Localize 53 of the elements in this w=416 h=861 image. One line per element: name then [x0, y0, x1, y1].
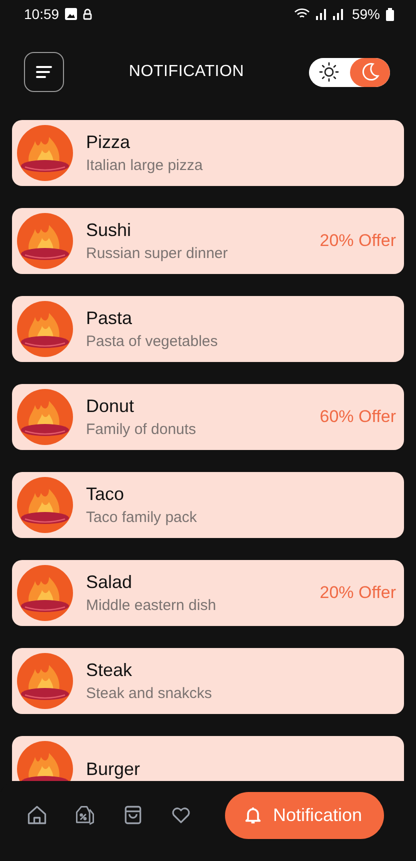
home-tab[interactable]	[26, 804, 48, 826]
notification-card[interactable]: Pasta Pasta of vegetables	[12, 296, 404, 362]
menu-icon	[35, 65, 53, 79]
sun-icon	[319, 62, 340, 82]
shopping-bag-icon	[122, 804, 144, 826]
item-description: Steak and snakcks	[86, 685, 213, 702]
item-name: Steak	[86, 660, 134, 681]
notification-card[interactable]: Burger	[12, 736, 404, 781]
item-name: Pizza	[86, 132, 132, 153]
offer-label: 20% Offer	[320, 231, 396, 251]
item-description: Russian super dinner	[86, 245, 229, 262]
item-name: Pasta	[86, 308, 134, 329]
item-description: Pasta of vegetables	[86, 333, 219, 350]
discount-tag-icon	[74, 804, 96, 826]
item-description: Family of donuts	[86, 421, 198, 438]
moon-icon	[360, 62, 380, 82]
item-description: Italian large pizza	[86, 157, 204, 174]
item-description: Middle eastern dish	[86, 597, 218, 614]
notification-card[interactable]: Taco Taco family pack	[12, 472, 404, 538]
notification-card[interactable]: Pizza Italian large pizza	[12, 120, 404, 186]
notification-card[interactable]: Donut Family of donuts 60% Offer	[12, 384, 404, 450]
theme-toggle[interactable]	[309, 58, 390, 86]
discount-tab[interactable]	[74, 804, 96, 826]
flame-logo-icon	[17, 125, 73, 181]
notification-card[interactable]: Steak Steak and snakcks	[12, 648, 404, 714]
notification-card[interactable]: Sushi Russian super dinner 20% Offer	[12, 208, 404, 274]
bag-tab[interactable]	[122, 804, 144, 826]
flame-logo-icon	[17, 477, 73, 533]
page-title: NOTIFICATION	[128, 63, 246, 81]
gallery-icon	[65, 8, 78, 20]
flame-logo-icon	[17, 213, 73, 269]
status-time: 10:59	[24, 6, 60, 22]
flame-logo-icon	[17, 301, 73, 357]
offer-label: 20% Offer	[320, 583, 396, 603]
wifi-icon	[294, 8, 310, 20]
item-name: Taco	[86, 484, 126, 505]
flame-logo-icon	[17, 565, 73, 621]
item-name: Donut	[86, 396, 136, 417]
signal-icon	[316, 8, 346, 20]
battery-level: 59%	[352, 6, 380, 22]
battery-icon	[386, 8, 394, 20]
dark-mode-option[interactable]	[350, 58, 390, 86]
flame-logo-icon	[17, 653, 73, 709]
lock-icon	[83, 8, 92, 20]
home-icon	[26, 804, 48, 826]
item-name: Sushi	[86, 220, 132, 241]
flame-logo-icon	[17, 389, 73, 445]
notification-card[interactable]: Salad Middle eastern dish 20% Offer	[12, 560, 404, 626]
offer-label: 60% Offer	[320, 407, 396, 427]
item-name: Burger	[86, 758, 142, 780]
menu-button[interactable]	[24, 52, 64, 92]
item-description: Taco family pack	[86, 509, 198, 526]
item-name: Salad	[86, 572, 134, 593]
